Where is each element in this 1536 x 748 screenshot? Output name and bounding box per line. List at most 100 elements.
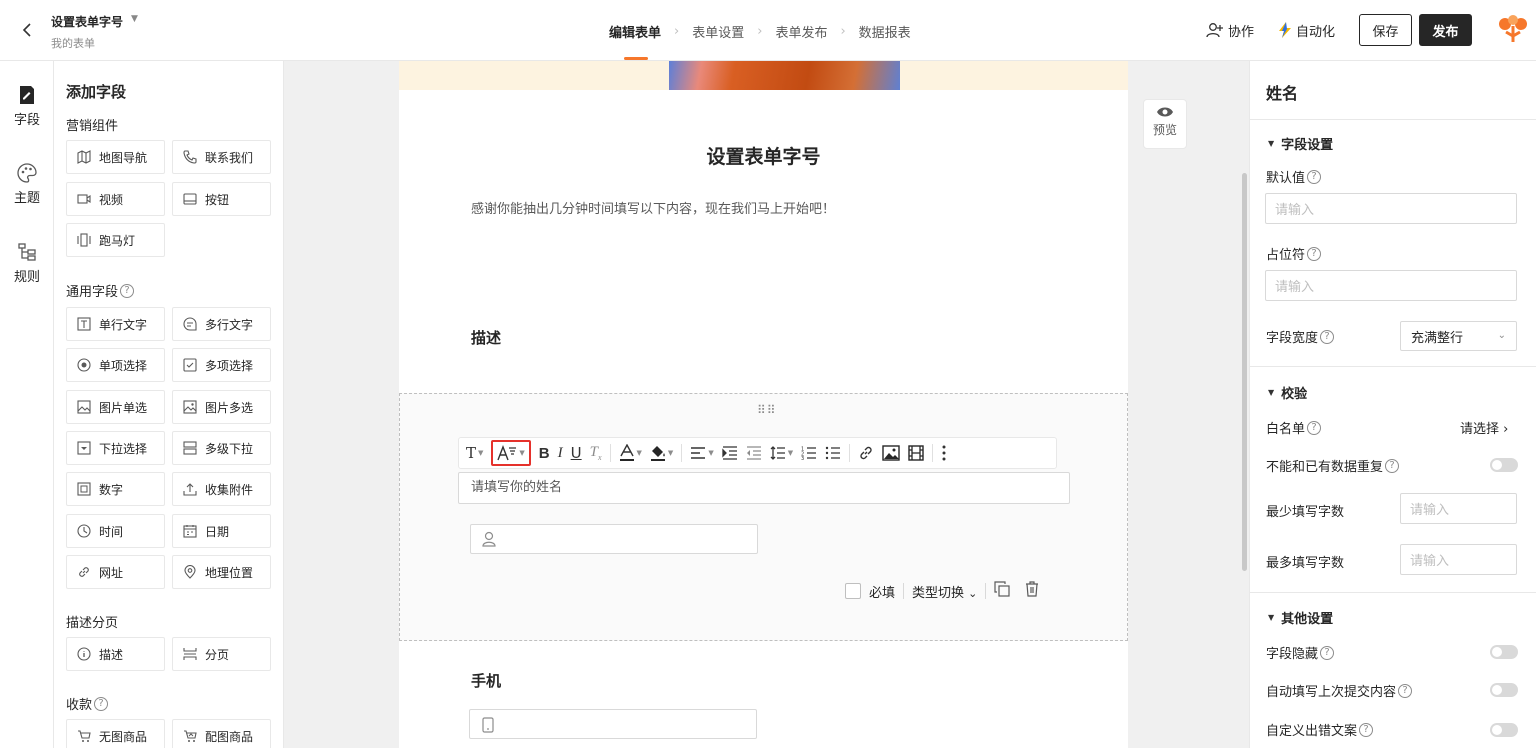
field-time[interactable]: 时间	[66, 514, 165, 548]
max-chars-input[interactable]: 请输入	[1400, 544, 1517, 575]
autofill-toggle[interactable]	[1490, 683, 1518, 697]
field-pagination[interactable]: 分页	[172, 637, 271, 671]
step-edit-form[interactable]: 编辑表单	[609, 22, 661, 41]
bold-button[interactable]: B	[539, 440, 550, 466]
help-icon[interactable]: ?	[1307, 169, 1322, 184]
field-multi-line[interactable]: 多行文字	[172, 307, 271, 341]
collaborate-button[interactable]: 协作	[1206, 21, 1254, 40]
copy-button[interactable]	[994, 581, 1010, 601]
field-image-multi[interactable]: 图片多选	[172, 390, 271, 424]
help-icon[interactable]: ?	[120, 283, 135, 298]
field-multi-choice[interactable]: 多项选择	[172, 348, 271, 382]
rail-item-fields[interactable]: 字段	[0, 85, 54, 128]
italic-button[interactable]: I	[558, 440, 563, 466]
outdent-button[interactable]	[746, 440, 762, 466]
background-color-button[interactable]: ▼	[650, 440, 673, 466]
insert-image-button[interactable]	[882, 440, 900, 466]
type-switch-button[interactable]: 类型切换 ⌄	[912, 582, 977, 601]
underline-button[interactable]: U	[571, 440, 582, 466]
preview-button[interactable]: 预览	[1143, 99, 1187, 149]
font-size-button[interactable]: ▼	[491, 440, 531, 466]
font-color-button[interactable]: ▼	[619, 440, 642, 466]
min-chars-input[interactable]: 请输入	[1400, 493, 1517, 524]
avatar[interactable]	[1496, 14, 1530, 46]
placeholder-input[interactable]: 请输入	[1265, 270, 1517, 301]
help-icon[interactable]: ?	[1307, 246, 1322, 261]
form-folder[interactable]: 我的表单	[51, 35, 95, 51]
field-label-input[interactable]: 请填写你的姓名	[458, 472, 1070, 504]
field-location[interactable]: 地理位置	[172, 555, 271, 589]
help-icon[interactable]: ?	[1385, 458, 1400, 473]
form-description[interactable]: 感谢你能抽出几分钟时间填写以下内容，现在我们马上开始吧！	[471, 198, 835, 217]
field-button[interactable]: 按钮	[172, 182, 271, 216]
field-product-with-image[interactable]: 配图商品	[172, 719, 271, 748]
field-label: 无图商品	[99, 729, 148, 744]
step-form-publish[interactable]: 表单发布	[775, 22, 827, 41]
drag-handle-icon[interactable]: ⠿⠿	[757, 403, 777, 417]
field-url[interactable]: 网址	[66, 555, 165, 589]
rail-item-rules[interactable]: 规则	[0, 242, 54, 285]
form-name[interactable]: 设置表单字号	[51, 13, 123, 30]
field-date[interactable]: 日期	[172, 514, 271, 548]
form-title[interactable]: 设置表单字号	[399, 142, 1128, 169]
phone-field-label[interactable]: 手机	[471, 670, 501, 691]
field-image-single[interactable]: 图片单选	[66, 390, 165, 424]
insert-link-button[interactable]	[858, 440, 874, 466]
ordered-list-button[interactable]: 123	[801, 440, 817, 466]
automation-button[interactable]: 自动化	[1278, 21, 1335, 40]
field-description[interactable]: 描述	[66, 637, 165, 671]
description-field-label[interactable]: 描述	[471, 327, 501, 348]
line-height-button[interactable]: ▼	[770, 440, 793, 466]
help-icon[interactable]: ?	[1307, 420, 1322, 435]
field-marquee[interactable]: 跑马灯	[66, 223, 165, 257]
field-map-nav[interactable]: 地图导航	[66, 140, 165, 174]
delete-button[interactable]	[1024, 581, 1040, 601]
field-attachment[interactable]: 收集附件	[172, 472, 271, 506]
section-other-settings[interactable]: ▼ 其他设置	[1268, 608, 1333, 627]
required-checkbox[interactable]	[845, 583, 861, 599]
step-form-settings[interactable]: 表单设置	[692, 22, 744, 41]
publish-button[interactable]: 发布	[1419, 14, 1472, 46]
field-dropdown[interactable]: 下拉选择	[66, 431, 165, 465]
custom-error-toggle[interactable]	[1490, 723, 1518, 737]
align-button[interactable]: ▼	[690, 440, 714, 466]
save-button[interactable]: 保存	[1359, 14, 1412, 46]
default-value-input[interactable]: 请输入	[1265, 193, 1517, 224]
clear-format-button[interactable]: Tx	[590, 440, 602, 466]
back-button[interactable]	[18, 20, 38, 40]
form-banner[interactable]	[399, 61, 1128, 90]
help-icon[interactable]: ?	[1359, 722, 1374, 737]
field-contact-us[interactable]: 联系我们	[172, 140, 271, 174]
insert-video-button[interactable]	[908, 440, 924, 466]
text-style-button[interactable]: T ▼	[466, 440, 483, 466]
divider	[1250, 366, 1536, 367]
whitelist-select[interactable]: 请选择 ›	[1460, 418, 1508, 437]
help-icon[interactable]: ?	[1398, 683, 1413, 698]
rail-item-theme[interactable]: 主题	[0, 163, 54, 206]
canvas-scrollbar[interactable]	[1242, 173, 1247, 571]
field-number[interactable]: 数字	[66, 472, 165, 506]
help-icon[interactable]: ?	[1320, 645, 1335, 660]
indent-button[interactable]	[722, 440, 738, 466]
phone-preview-input[interactable]	[469, 709, 757, 739]
bullet-list-button[interactable]	[825, 440, 841, 466]
section-field-settings[interactable]: ▼ 字段设置	[1268, 134, 1333, 153]
field-single-line[interactable]: 单行文字	[66, 307, 165, 341]
field-product-no-image[interactable]: 无图商品	[66, 719, 165, 748]
caret-down-icon[interactable]: ▼	[131, 14, 138, 24]
hide-field-toggle[interactable]	[1490, 645, 1518, 659]
no-duplicate-toggle[interactable]	[1490, 458, 1518, 472]
help-icon[interactable]: ?	[1320, 329, 1335, 344]
selected-field-name[interactable]: ⠿⠿ T ▼ ▼ B I U Tx ▼ ▼ ▼ ▼ 123 请填写你的姓名 必填…	[399, 393, 1128, 641]
help-icon[interactable]: ?	[94, 696, 109, 711]
name-preview-input[interactable]	[470, 524, 758, 554]
field-width-select[interactable]: 充满整行 ⌄	[1400, 321, 1517, 351]
field-cascade-dropdown[interactable]: 多级下拉	[172, 431, 271, 465]
step-data-report[interactable]: 数据报表	[859, 22, 911, 41]
field-single-choice[interactable]: 单项选择	[66, 348, 165, 382]
section-validation[interactable]: ▼ 校验	[1268, 383, 1307, 402]
more-options-button[interactable]	[941, 440, 947, 466]
group-title-payment: 收款?	[66, 694, 109, 713]
map-icon	[77, 150, 91, 164]
field-video[interactable]: 视频	[66, 182, 165, 216]
